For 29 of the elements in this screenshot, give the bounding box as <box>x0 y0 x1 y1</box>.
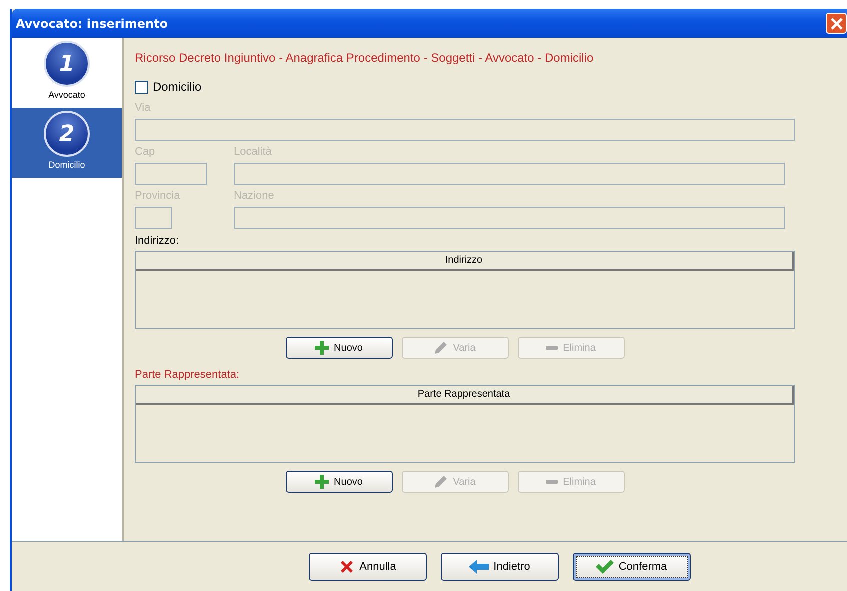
window-title: Avvocato: inserimento <box>15 16 168 30</box>
breadcrumb: Ricorso Decreto Ingiuntivo - Anagrafica Procedimento - Soggetti - Avvocato - Domicilio <box>135 51 595 67</box>
left-arrow-icon <box>468 560 489 574</box>
step-label: Avvocato <box>48 90 86 100</box>
table-label: Parte Rappresentata: <box>135 369 241 383</box>
minus-icon <box>546 480 558 484</box>
step-number-badge: 2 <box>44 111 90 157</box>
footer-button[interactable]: Conferma <box>572 553 690 581</box>
footer-button[interactable]: Indietro <box>440 553 558 581</box>
pencil-icon <box>434 475 448 489</box>
footer-button[interactable]: Annulla <box>308 553 426 581</box>
minus-icon <box>546 346 558 350</box>
close-button[interactable] <box>826 13 847 34</box>
close-icon <box>830 18 842 30</box>
table-action-button[interactable]: Nuovo <box>286 471 392 493</box>
wizard-step[interactable]: 2 Domicilio <box>12 108 122 178</box>
check-icon <box>596 560 614 574</box>
pencil-icon <box>434 341 448 355</box>
plus-icon <box>315 475 330 489</box>
domicilio-checkbox[interactable]: Domicilio <box>135 77 795 97</box>
table-action-button[interactable]: Nuovo <box>286 337 392 359</box>
cross-icon <box>338 559 355 575</box>
step-number-badge: 1 <box>44 41 90 87</box>
column-header[interactable]: Indirizzo <box>136 252 794 271</box>
column-header[interactable]: Parte Rappresentata <box>136 386 794 405</box>
plus-icon <box>315 341 330 355</box>
table-label: Indirizzo: <box>135 235 180 249</box>
wizard-step[interactable]: 1 Avvocato <box>12 38 122 108</box>
step-label: Domicilio <box>48 160 86 170</box>
